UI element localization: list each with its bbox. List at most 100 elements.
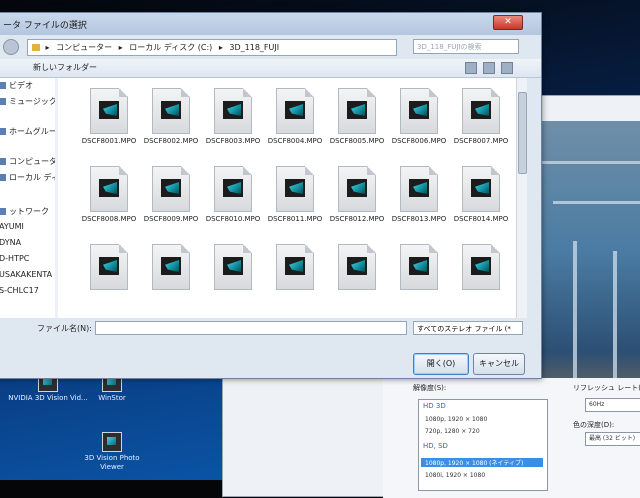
breadcrumb-folder[interactable]: 3D_118_FUJI: [229, 43, 279, 52]
stereo-image-glyph: [161, 179, 181, 197]
breadcrumb-separator: ▸: [118, 43, 123, 52]
stereo-image-glyph: [471, 101, 491, 119]
preview-pole: [573, 241, 577, 401]
breadcrumb-computer[interactable]: コンピューター: [56, 43, 112, 52]
open-button[interactable]: 開く(O): [413, 353, 469, 375]
dialog-titlebar[interactable]: ータ ファイルの選択 ✕: [0, 13, 541, 35]
refresh-rate-select[interactable]: 60Hz: [585, 398, 640, 412]
nav-item-computer[interactable]: コンピューター: [0, 156, 57, 167]
file-name: DSCF8011.MPO: [267, 215, 323, 223]
preview-rail: [553, 201, 640, 204]
breadcrumb-separator: ▸: [218, 43, 223, 52]
filetype-select[interactable]: すべてのステレオ ファイル (*: [413, 321, 523, 335]
view-options-icon[interactable]: [465, 62, 477, 74]
file-item[interactable]: DSCF8014.MPO: [450, 162, 512, 236]
nav-item-network-pc[interactable]: USAKAKENTA: [0, 270, 52, 279]
file-list-scrollbar[interactable]: [516, 78, 527, 318]
nav-item-network-pc[interactable]: S-CHLC17: [0, 286, 39, 295]
nav-item-label: D-HTPC: [0, 254, 30, 263]
file-item[interactable]: DSCF8009.MPO: [140, 162, 202, 236]
mpo-file-icon: [90, 244, 128, 290]
mpo-file-icon: [152, 244, 190, 290]
file-item[interactable]: [202, 240, 264, 314]
resolution-option-selected[interactable]: 1080p, 1920 × 1080 (ネイティブ): [421, 458, 543, 467]
nav-item-local-disk[interactable]: ローカル ディス: [0, 172, 57, 183]
cancel-button[interactable]: キャンセル: [473, 353, 525, 375]
filename-label: ファイル名(N):: [37, 324, 92, 333]
stereo-image-glyph: [471, 179, 491, 197]
file-item[interactable]: [140, 240, 202, 314]
file-item[interactable]: DSCF8001.MPO: [78, 84, 140, 158]
preview-rail: [539, 161, 640, 164]
nav-item-network[interactable]: ットワーク: [0, 206, 49, 217]
file-item[interactable]: DSCF8013.MPO: [388, 162, 450, 236]
desktop-icon-label: WinStor: [98, 394, 126, 402]
file-item[interactable]: DSCF8006.MPO: [388, 84, 450, 158]
mpo-file-icon: [462, 244, 500, 290]
nav-item-network-pc[interactable]: D-HTPC: [0, 254, 29, 263]
mpo-file-icon: [90, 166, 128, 212]
mpo-file-icon: [214, 88, 252, 134]
back-button[interactable]: [3, 39, 19, 55]
mpo-file-icon: [400, 88, 438, 134]
photo-viewer-app-icon: [102, 432, 122, 452]
stereo-image-glyph: [409, 179, 429, 197]
nav-item-video[interactable]: ビデオ: [0, 80, 33, 91]
breadcrumb-local-disk[interactable]: ローカル ディスク (C:): [129, 43, 212, 52]
file-item[interactable]: DSCF8011.MPO: [264, 162, 326, 236]
file-item[interactable]: DSCF8010.MPO: [202, 162, 264, 236]
nav-item-homegroup[interactable]: ホームグループ: [0, 126, 57, 137]
resolution-option[interactable]: 1080i, 1920 × 1080: [425, 472, 485, 479]
computer-icon: [0, 158, 6, 165]
resolution-list[interactable]: HD 3D 1080p, 1920 × 1080 720p, 1280 × 72…: [418, 399, 548, 491]
file-name: DSCF8003.MPO: [205, 137, 261, 145]
desktop-icon-3d-photo-viewer[interactable]: 3D Vision Photo Viewer: [72, 432, 152, 472]
mpo-file-icon: [400, 244, 438, 290]
file-item[interactable]: DSCF8005.MPO: [326, 84, 388, 158]
mpo-file-icon: [400, 166, 438, 212]
file-item[interactable]: [264, 240, 326, 314]
new-folder-button[interactable]: 新しいフォルダー: [33, 62, 97, 73]
file-name: DSCF8006.MPO: [391, 137, 447, 145]
resolution-option[interactable]: 720p, 1280 × 720: [425, 428, 480, 435]
stereo-image-glyph: [347, 257, 367, 275]
mpo-file-icon: [276, 244, 314, 290]
nav-item-label: ットワーク: [9, 207, 49, 216]
file-item[interactable]: DSCF8003.MPO: [202, 84, 264, 158]
filename-input[interactable]: [95, 321, 407, 335]
file-name: DSCF8009.MPO: [143, 215, 199, 223]
file-item[interactable]: DSCF8007.MPO: [450, 84, 512, 158]
mpo-file-icon: [214, 244, 252, 290]
file-item[interactable]: [450, 240, 512, 314]
file-item[interactable]: [388, 240, 450, 314]
stereo-image-glyph: [409, 101, 429, 119]
folder-icon: [32, 44, 40, 51]
nav-item-network-pc[interactable]: AYUMI: [0, 222, 24, 231]
resolution-option[interactable]: 1080p, 1920 × 1080: [425, 416, 487, 423]
file-name: DSCF8001.MPO: [81, 137, 137, 145]
help-icon[interactable]: [501, 62, 513, 74]
preview-pane-icon[interactable]: [483, 62, 495, 74]
nav-item-label: ビデオ: [9, 81, 33, 90]
file-item[interactable]: DSCF8002.MPO: [140, 84, 202, 158]
mpo-file-icon: [152, 88, 190, 134]
file-item[interactable]: DSCF8004.MPO: [264, 84, 326, 158]
address-bar[interactable]: ▸ コンピューター ▸ ローカル ディスク (C:) ▸ 3D_118_FUJI: [27, 39, 397, 56]
music-icon: [0, 98, 6, 105]
color-depth-select[interactable]: 最高 (32 ビット): [585, 432, 640, 446]
nav-item-music[interactable]: ミュージック: [0, 96, 57, 107]
file-item[interactable]: DSCF8008.MPO: [78, 162, 140, 236]
file-name: DSCF8008.MPO: [81, 215, 137, 223]
file-item[interactable]: [78, 240, 140, 314]
mpo-file-icon: [276, 166, 314, 212]
stereo-image-glyph: [99, 179, 119, 197]
navigation-row: ▸ コンピューター ▸ ローカル ディスク (C:) ▸ 3D_118_FUJI…: [0, 37, 541, 57]
file-item[interactable]: [326, 240, 388, 314]
search-input[interactable]: 3D_118_FUJIの検索: [413, 39, 519, 54]
close-button[interactable]: ✕: [493, 15, 523, 30]
file-name: DSCF8012.MPO: [329, 215, 385, 223]
scrollbar-thumb[interactable]: [518, 92, 527, 174]
stereo-image-glyph: [285, 257, 305, 275]
nav-item-network-pc[interactable]: DYNA: [0, 238, 21, 247]
file-item[interactable]: DSCF8012.MPO: [326, 162, 388, 236]
